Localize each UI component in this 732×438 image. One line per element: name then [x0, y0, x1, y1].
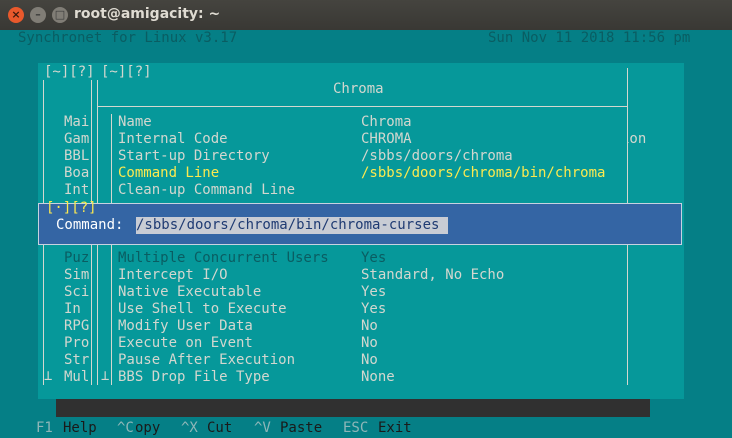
back-panel-item[interactable]: Gam: [64, 131, 89, 148]
field-label-multiple-concurrent-users[interactable]: Multiple Concurrent Users: [118, 250, 329, 267]
field-label-bbs-drop-file-type[interactable]: BBS Drop File Type: [118, 369, 270, 386]
field-label-internal-code[interactable]: Internal Code: [118, 131, 228, 148]
field-value-modify-user-data: No: [361, 318, 378, 334]
back-panel-item[interactable]: In: [64, 301, 89, 318]
help-key: F1: [36, 420, 53, 436]
field-label-modify-user-data[interactable]: Modify User Data: [118, 318, 253, 335]
back-panel-item[interactable]: Str: [64, 352, 89, 369]
command-input[interactable]: /sbbs/doors/chroma/bin/chroma-curses: [136, 217, 449, 234]
field-value-bbs-drop-file-type: None: [361, 369, 395, 385]
command-popup-title-markers: [·][?]: [46, 200, 97, 216]
main-panel-title: Chroma: [333, 81, 384, 97]
back-panel-item[interactable]: Sim: [64, 267, 89, 284]
back-panel-item[interactable]: Int: [64, 182, 89, 199]
field-label-command-line[interactable]: Command Line: [118, 165, 219, 182]
main-panel-title-markers: [~][?]: [101, 64, 152, 80]
field-label-intercept-io[interactable]: Intercept I/O: [118, 267, 228, 284]
field-label-pause-after-execution[interactable]: Pause After Execution: [118, 352, 295, 369]
field-value-native-executable: Yes: [361, 284, 387, 300]
app-name: Synchronet for Linux v3.17: [18, 30, 238, 46]
field-label-name[interactable]: Name: [118, 114, 152, 131]
back-panel-item[interactable]: Puz: [64, 250, 89, 267]
close-icon: ×: [11, 8, 21, 21]
field-label-execute-on-event[interactable]: Execute on Event: [118, 335, 253, 352]
field-label-cleanup-command-line[interactable]: Clean-up Command Line: [118, 182, 295, 199]
cut-label[interactable]: Cut: [207, 420, 232, 437]
back-panel-item[interactable]: Pro: [64, 335, 89, 352]
copy-key: ^C: [117, 420, 134, 436]
header-datetime: Sun Nov 11 2018 11:56 pm: [488, 30, 691, 46]
back-panel-item[interactable]: Boa: [64, 165, 89, 182]
back-panel-item[interactable]: Mai: [64, 114, 89, 131]
paste-label[interactable]: Paste: [280, 420, 322, 437]
main-panel-scroll-marker: ⊥: [101, 368, 110, 384]
field-value-pause-after-execution: No: [361, 352, 378, 368]
command-label: Command:: [56, 217, 124, 233]
main-panel-inner-left: [111, 114, 112, 385]
field-value-name: Chroma: [361, 114, 412, 130]
window-title: root@amigacity: ~: [74, 6, 221, 22]
back-panel-item[interactable]: BBL: [64, 148, 89, 165]
minimize-window-button[interactable]: –: [30, 7, 46, 23]
field-label-native-executable[interactable]: Native Executable: [118, 284, 261, 301]
field-value-execute-on-event: No: [361, 335, 378, 351]
cut-key: ^X: [181, 420, 198, 436]
help-label[interactable]: Help: [63, 420, 97, 437]
close-window-button[interactable]: ×: [8, 7, 24, 23]
field-value-internal-code: CHROMA: [361, 131, 412, 147]
maximize-icon: □: [54, 8, 66, 21]
terminal[interactable]: Synchronet for Linux v3.17 Sun Nov 11 20…: [0, 30, 732, 438]
window-titlebar: × – □ root@amigacity: ~: [0, 0, 732, 30]
exit-label[interactable]: Exit: [378, 420, 412, 437]
back-panel-item[interactable]: RPG: [64, 318, 89, 335]
field-value-command-line: /sbbs/doors/chroma/bin/chroma: [361, 165, 606, 181]
main-panel-title-separator: [97, 106, 627, 107]
field-label-use-shell[interactable]: Use Shell to Execute: [118, 301, 287, 318]
maximize-window-button[interactable]: □: [52, 7, 68, 23]
copy-label[interactable]: opy: [135, 420, 160, 437]
field-value-use-shell: Yes: [361, 301, 387, 317]
exit-key: ESC: [343, 420, 369, 436]
back-panel-item[interactable]: Mul: [64, 369, 89, 386]
back-panel-title-markers: [~][?]: [44, 64, 95, 80]
field-value-intercept-io: Standard, No Echo: [361, 267, 505, 283]
minimize-icon: –: [35, 8, 41, 21]
field-value-startup-directory: /sbbs/doors/chroma: [361, 148, 513, 164]
field-label-startup-directory[interactable]: Start-up Directory: [118, 148, 270, 165]
field-value-multiple-concurrent-users: Yes: [361, 250, 387, 266]
back-panel-scroll-marker: ⊥: [44, 368, 53, 384]
back-panel-item[interactable]: Sci: [64, 284, 89, 301]
paste-key: ^V: [254, 420, 271, 436]
